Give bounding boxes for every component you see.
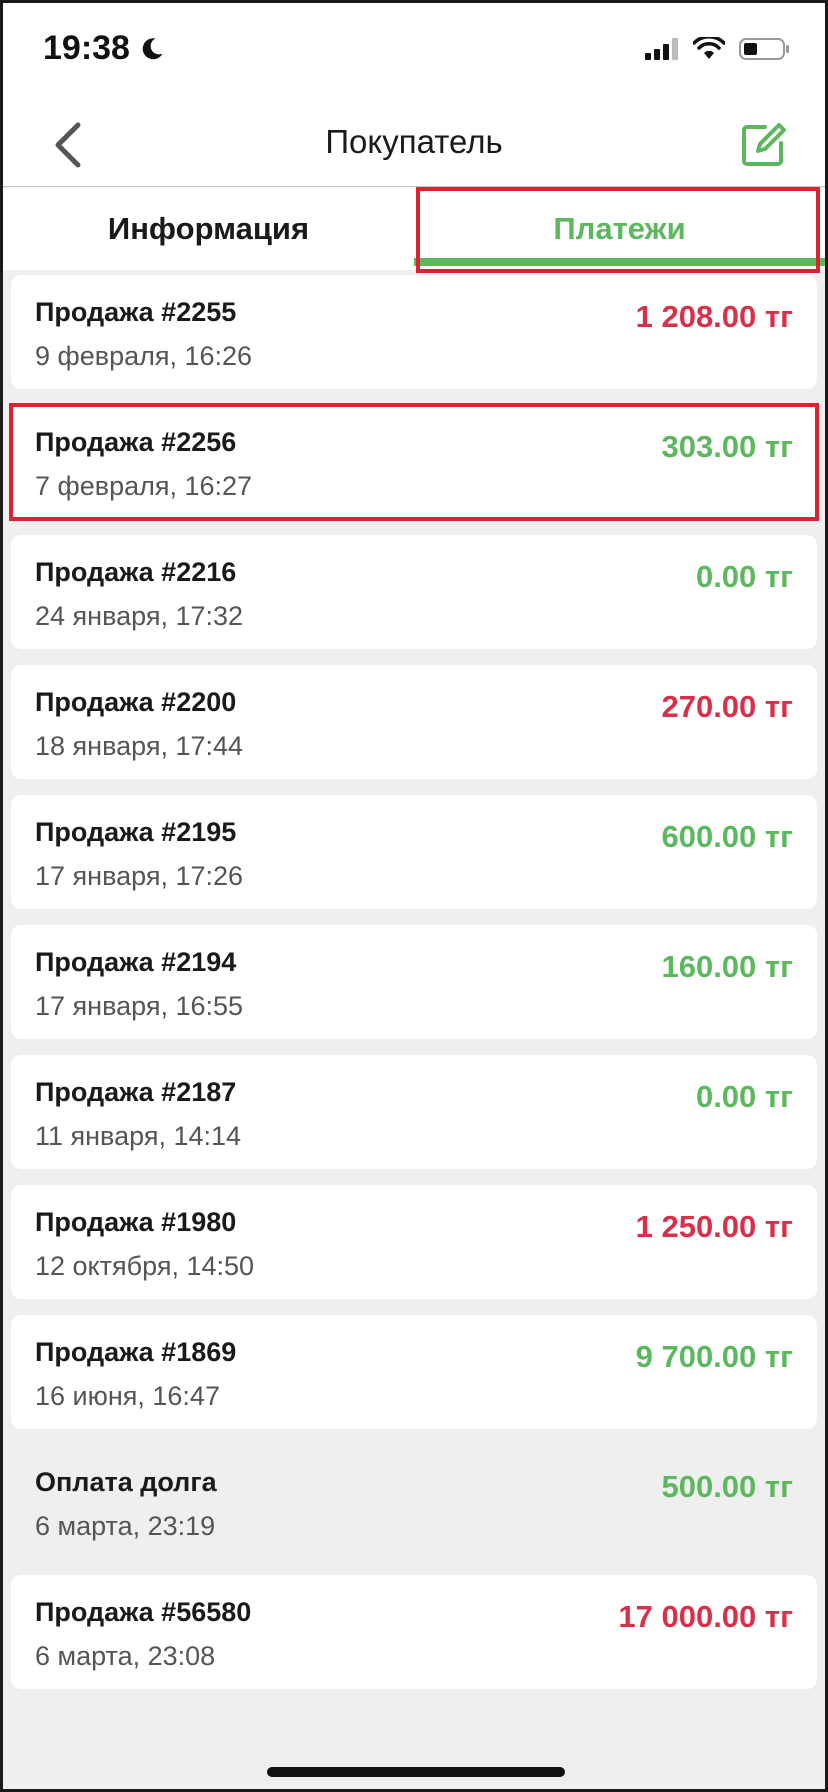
payment-title: Продажа #2195 [35, 817, 237, 847]
payment-row[interactable]: Продажа #2200 18 января, 17:44 270.00 тг [11, 665, 817, 779]
payment-row[interactable]: Продажа #2194 17 января, 16:55 160.00 тг [11, 925, 817, 1039]
payment-amount: 9 700.00 тг [635, 1339, 793, 1374]
payment-row[interactable]: Продажа #2216 24 января, 17:32 0.00 тг [11, 535, 817, 649]
payment-date: 24 января, 17:32 [35, 601, 244, 631]
payment-row[interactable]: Продажа #56580 6 марта, 23:08 17 000.00 … [11, 1575, 817, 1689]
status-time: 19:38 [43, 29, 130, 67]
tab-information[interactable]: Информация [3, 188, 414, 270]
status-time-group: 19:38 [43, 29, 166, 68]
navigation-bar: Покупатель [3, 103, 825, 187]
payment-date: 6 марта, 23:08 [35, 1641, 216, 1671]
payment-row[interactable]: Продажа #2187 11 января, 14:14 0.00 тг [11, 1055, 817, 1169]
payment-date: 17 января, 17:26 [35, 861, 244, 891]
payment-row[interactable]: Продажа #2256 7 февраля, 16:27 303.00 тг [9, 403, 819, 521]
payment-title: Продажа #2194 [35, 947, 237, 977]
home-indicator [267, 1767, 565, 1777]
payment-date: 6 марта, 23:19 [35, 1511, 216, 1541]
moon-icon [142, 37, 163, 59]
payment-amount: 0.00 тг [695, 559, 793, 594]
payment-amount: 600.00 тг [661, 819, 793, 854]
payment-date: 18 января, 17:44 [35, 731, 244, 761]
payment-title: Продажа #56580 [35, 1597, 252, 1627]
battery-icon [739, 38, 789, 60]
tab-bar: Информация Платежи [3, 188, 825, 270]
payment-title: Продажа #2216 [35, 557, 237, 587]
payment-row[interactable]: Продажа #2195 17 января, 17:26 600.00 тг [11, 795, 817, 909]
tab-information-label: Информация [107, 211, 310, 246]
payments-list: Продажа #2255 9 февраля, 16:26 1 208.00 … [9, 275, 819, 1705]
payment-date: 16 июня, 16:47 [35, 1381, 220, 1411]
payment-amount: 270.00 тг [661, 689, 793, 724]
wifi-icon [693, 37, 725, 59]
payment-date: 12 октября, 14:50 [35, 1251, 255, 1281]
payment-row[interactable]: Продажа #1980 12 октября, 14:50 1 250.00… [11, 1185, 817, 1299]
payment-amount: 500.00 тг [661, 1469, 793, 1504]
payment-title: Продажа #2187 [35, 1077, 237, 1107]
payment-amount: 1 250.00 тг [635, 1209, 793, 1244]
cellular-signal-icon [645, 38, 678, 60]
payment-amount: 17 000.00 тг [618, 1599, 793, 1634]
payment-title: Продажа #2256 [35, 427, 237, 457]
payment-amount: 1 208.00 тг [635, 299, 793, 334]
payment-amount: 303.00 тг [661, 429, 793, 464]
payment-date: 17 января, 16:55 [35, 991, 244, 1021]
payment-row[interactable]: Продажа #1869 16 июня, 16:47 9 700.00 тг [11, 1315, 817, 1429]
phone-screen: 19:38 Покупатель Информация Платежи Прод… [0, 0, 828, 1792]
payment-title: Оплата долга [35, 1467, 217, 1497]
edit-button[interactable] [733, 115, 793, 175]
status-icons [645, 37, 791, 61]
payment-amount: 160.00 тг [661, 949, 793, 984]
payment-amount: 0.00 тг [695, 1079, 793, 1114]
payment-title: Продажа #2200 [35, 687, 237, 717]
payment-title: Продажа #1980 [35, 1207, 237, 1237]
payment-title: Продажа #2255 [35, 297, 237, 327]
payment-title: Продажа #1869 [35, 1337, 237, 1367]
edit-icon [742, 123, 786, 166]
status-bar: 19:38 [3, 3, 825, 103]
tab-payments[interactable]: Платежи [414, 188, 825, 270]
payment-date: 11 января, 14:14 [35, 1121, 242, 1151]
payment-row[interactable]: Продажа #2255 9 февраля, 16:26 1 208.00 … [11, 275, 817, 389]
tab-active-indicator [414, 258, 825, 266]
payment-date: 9 февраля, 16:26 [35, 341, 253, 371]
tab-payments-label: Платежи [553, 211, 686, 246]
payment-row[interactable]: Оплата долга 6 марта, 23:19 500.00 тг [11, 1445, 817, 1559]
payment-date: 7 февраля, 16:27 [35, 471, 253, 501]
page-title: Покупатель [325, 123, 503, 160]
